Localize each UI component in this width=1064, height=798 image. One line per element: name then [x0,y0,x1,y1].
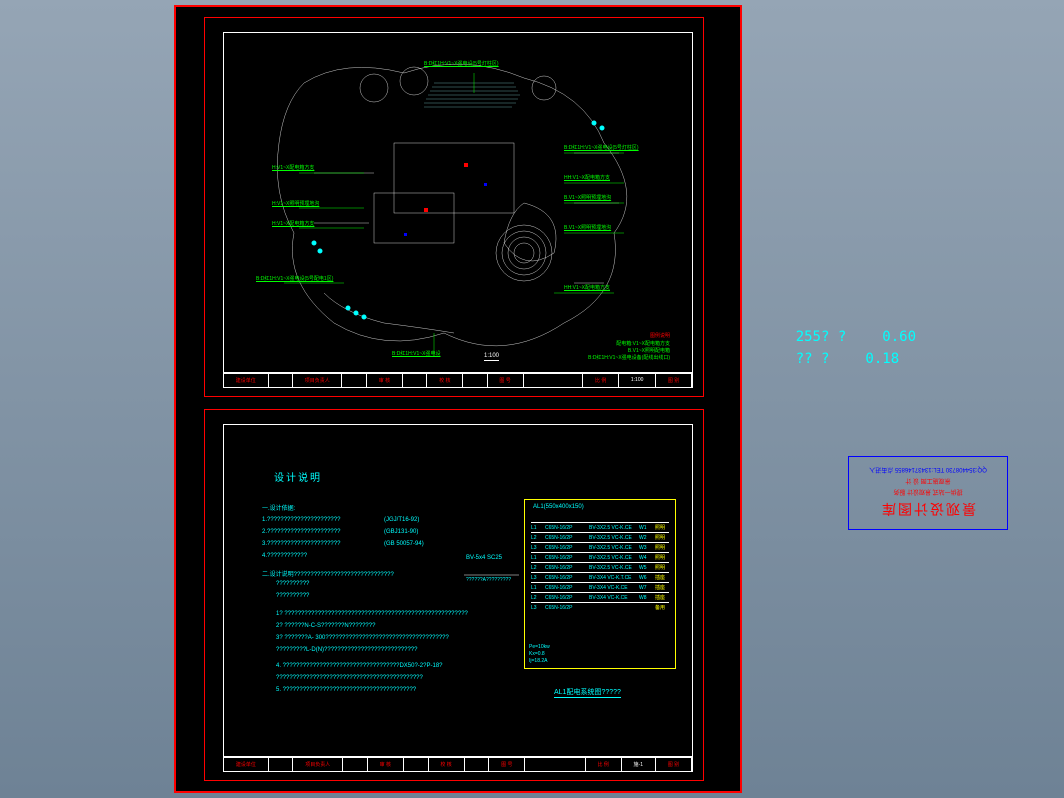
note-line: 2? ??????N-C-S???????N???????? [276,623,375,629]
note-line: 2.?????????????????????? [262,529,340,535]
tb-cell: 图 号 [488,373,524,387]
cable-label: BV-5x4 SC25 [466,555,502,561]
panel-side: Ij=18.2A [529,658,548,664]
note-ref: (JGJ/T16-92) [384,517,419,523]
panel-row: L1C65N-16/2PBV-3X2.5 VC-K.CEW1照明 [531,522,669,532]
legend-line: B.V1~X照明配电箱 [628,348,670,354]
panel-row: L3C65N-16/2PBV-3X2.5 VC-K.CEW3照明 [531,542,669,552]
stamp-main: 景观设计图库 [880,500,976,520]
note-line: ?????????? [276,581,309,587]
titleblock-bot: 建设单位 项目负责人 审 核 校 核 图 号 比 例 施-1 图 别 [223,756,693,772]
tb-cell [269,373,293,387]
panel-box-title: AL1(550x400x150) [533,504,584,510]
tb-cell: 审 核 [367,373,403,387]
plan-label: B.V1~X照明预埋地沟 [564,225,611,231]
tb-cell: 建设单位 [224,757,269,771]
note-line: 3? ???????A- 300????????????????????????… [276,635,449,641]
plan-label: B:D红1H:V1~X强电设(5号灯柱区) [564,145,639,151]
tb-cell [463,373,487,387]
cad-viewer[interactable]: B:D红1H:V1~X强电设(5号灯柱区) H:V1~X配电箱方支 H:V1~X… [174,5,742,793]
note-h1: 一.设计依据: [262,503,295,512]
notes-frame: 设计说明 一.设计依据: 1.?????????????????????? (J… [223,424,693,758]
tb-cell: 审 核 [368,757,404,771]
tb-cell: 项目负责人 [293,757,343,771]
tb-cell: 校 核 [429,757,465,771]
side-readout: 255? ? 0.60 ?? ? 0.18 [796,326,916,371]
plan-label: HH:V1~X配电箱方支 [564,175,610,181]
legend-title: 图例说明 [650,333,670,339]
panel-row: L3C65N-16/2P备用 [531,602,669,612]
note-line: ????????????????????????????????????????… [276,675,423,681]
plan-label: B.V1~X照明预埋地沟 [564,195,611,201]
tb-cell [343,757,368,771]
panel-row: L2C65N-16/2PBV-3X2.5 VC-K.CEW5照明 [531,562,669,572]
panel-row: L1C65N-16/2PBV-3X2.5 VC-K.CEW4照明 [531,552,669,562]
note-line: 4. ???????????????????????????????????DX… [276,663,443,669]
note-line: 4.???????????? [262,553,307,559]
note-line: 1? ?????????????????????????????????????… [276,611,468,617]
panel-row: L3C65N-16/2PBV-3X4 VC-K.T.CEW6插座 [531,572,669,582]
tb-cell [525,757,585,771]
titleblock-top: 建设单位 项目负责人 审 核 校 核 图 号 比 例 1:100 图 别 [223,372,693,388]
sheet-notes[interactable]: 设计说明 一.设计依据: 1.?????????????????????? (J… [204,409,704,781]
note-line: 3.?????????????????????? [262,541,340,547]
panel-title: AL1配电系统图????? [554,687,621,698]
readout-val: 0.18 [865,348,899,370]
note-line: ?????????L-D(N)?????????????????????????… [276,647,417,653]
stamp-line: 提供一站式 景观设计 服务 [893,489,962,498]
plan-frame: B:D红1H:V1~X强电设(5号灯柱区) H:V1~X配电箱方支 H:V1~X… [223,32,693,374]
tb-cell: 施-1 [622,757,656,771]
cable-label-2: ??????A????????? [466,577,511,583]
readout-key: ?? ? [796,348,830,370]
panel-side: Pe=10kw [529,644,550,650]
tb-cell [524,373,584,387]
stamp-line: 景观施工图 设 计 [905,478,950,487]
tb-cell: 项目负责人 [293,373,343,387]
note-ref: (GBJ131-90) [384,529,418,535]
note-h2: 二.设计说明?????????????????????????????? [262,569,394,578]
plan-label: B:D红1H:V1~X强电设(5号灯柱区) [424,61,499,67]
library-stamp[interactable]: 景观设计图库 提供一站式 景观设计 服务 景观施工图 设 计 QQ:354408… [848,456,1008,530]
legend-line: 配电箱:V1~X配电箱方支 [616,341,670,347]
tb-cell: 比 例 [583,373,619,387]
plan-label: H:V1~X配电箱方支 [272,165,314,171]
tb-cell: 建设单位 [224,373,269,387]
tb-cell: 图 别 [656,373,692,387]
panel-box: AL1(550x400x150) L1C65N-16/2PBV-3X2.5 VC… [524,499,676,669]
readout-val: 0.60 [882,326,916,348]
tb-cell: 图 别 [656,757,692,771]
plan-label: H:V1~X配电箱方支 [272,221,314,227]
panel-row: L2C65N-16/2PBV-3X4 VC-K.CEW8插座 [531,592,669,602]
panel-row: L2C65N-16/2PBV-3X2.5 VC-K.CEW2照明 [531,532,669,542]
plan-label: H:V1~X照明预埋地沟 [272,201,319,207]
tb-cell: 1:100 [619,373,656,387]
tb-cell: 图 号 [489,757,525,771]
note-line: 5. ?????????????????????????????????????… [276,687,416,693]
panel-side: Kx=0.8 [529,651,545,657]
tb-cell [342,373,366,387]
tb-cell: 校 核 [427,373,463,387]
note-line: ?????????? [276,593,309,599]
stamp-contact: QQ:354408730 TEL:13437146855 点击进入 [869,467,987,476]
note-ref: (GB 50057-94) [384,541,424,547]
legend-line: B:D红1H:V1~X强电设备(配线出线口) [588,355,670,361]
plan-label: HH:V1~X配电箱方支 [564,285,610,291]
panel-row: L1C65N-16/2PBV-3X4 VC-K.CEW7插座 [531,582,669,592]
tb-cell [269,757,294,771]
note-line: 1.?????????????????????? [262,517,340,523]
tb-cell [403,373,427,387]
tb-cell [465,757,490,771]
plan-scale: 1:100 [484,353,499,361]
notes-title: 设计说明 [274,469,322,484]
tb-cell: 比 例 [586,757,622,771]
sheet-plan[interactable]: B:D红1H:V1~X强电设(5号灯柱区) H:V1~X配电箱方支 H:V1~X… [204,17,704,397]
readout-key: 255? ? [796,326,847,348]
tb-cell [404,757,429,771]
plan-label: B:D红1H:V1~X强电设(5号配电1区) [256,276,333,282]
plan-label: B:D红1H:V1~X强电设 [392,351,441,357]
